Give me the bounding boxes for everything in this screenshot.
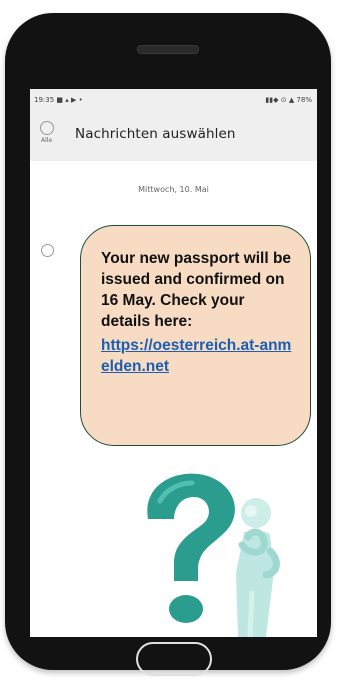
phone-frame: 19:35 ■ ▴ ▶ • ▮▮◆ ⊙ ▲ 78% Alle Nachricht… xyxy=(5,13,331,676)
message-bubble[interactable]: Your new passport will be issued and con… xyxy=(80,225,311,446)
phone-speaker xyxy=(137,45,199,54)
phone-screen: 19:35 ■ ▴ ▶ • ▮▮◆ ⊙ ▲ 78% Alle Nachricht… xyxy=(30,89,317,637)
selection-header: Alle Nachrichten auswählen xyxy=(30,111,317,161)
status-right-info: ▮▮◆ ⊙ ▲ 78% xyxy=(265,96,312,104)
question-mark-illustration xyxy=(147,473,280,637)
question-mark-dot xyxy=(169,595,203,623)
message-select-checkbox[interactable] xyxy=(41,244,54,257)
select-all-checkbox[interactable] xyxy=(40,121,54,135)
status-time: 19:35 xyxy=(34,96,55,104)
date-separator: Mittwoch, 10. Mai xyxy=(138,185,209,194)
header-title: Nachrichten auswählen xyxy=(75,126,236,142)
thinking-person-icon xyxy=(236,498,280,637)
home-button[interactable] xyxy=(136,642,212,676)
message-link[interactable]: https://oesterreich.at-anmelden.net xyxy=(101,335,292,377)
select-all-label: Alle xyxy=(41,137,53,144)
message-text: Your new passport will be issued and con… xyxy=(101,250,292,330)
status-notification-icons: ■ ▴ ▶ • xyxy=(56,96,83,104)
status-bar: 19:35 ■ ▴ ▶ • ▮▮◆ ⊙ ▲ 78% xyxy=(30,89,317,111)
question-mark-icon xyxy=(147,473,235,581)
status-left: 19:35 ■ ▴ ▶ • xyxy=(34,96,83,104)
